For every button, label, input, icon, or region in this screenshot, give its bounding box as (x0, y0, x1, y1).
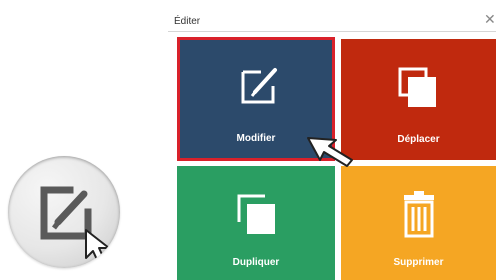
divider (168, 31, 496, 32)
dialog-title: Éditer (174, 16, 201, 27)
trash-icon (401, 190, 437, 243)
mouse-pointer-icon (82, 228, 120, 268)
edit-icon (237, 64, 281, 113)
move-icon (396, 65, 440, 114)
deplacer-label: Déplacer (397, 134, 440, 145)
magnified-inset (8, 156, 120, 268)
supprimer-button[interactable]: Supprimer (341, 166, 496, 280)
deplacer-button[interactable]: Déplacer (341, 39, 496, 160)
mouse-pointer-icon (306, 132, 362, 185)
close-icon[interactable]: ✕ (484, 12, 496, 26)
dupliquer-label: Dupliquer (232, 257, 280, 268)
supprimer-label: Supprimer (393, 257, 444, 268)
duplicate-icon (235, 192, 279, 241)
